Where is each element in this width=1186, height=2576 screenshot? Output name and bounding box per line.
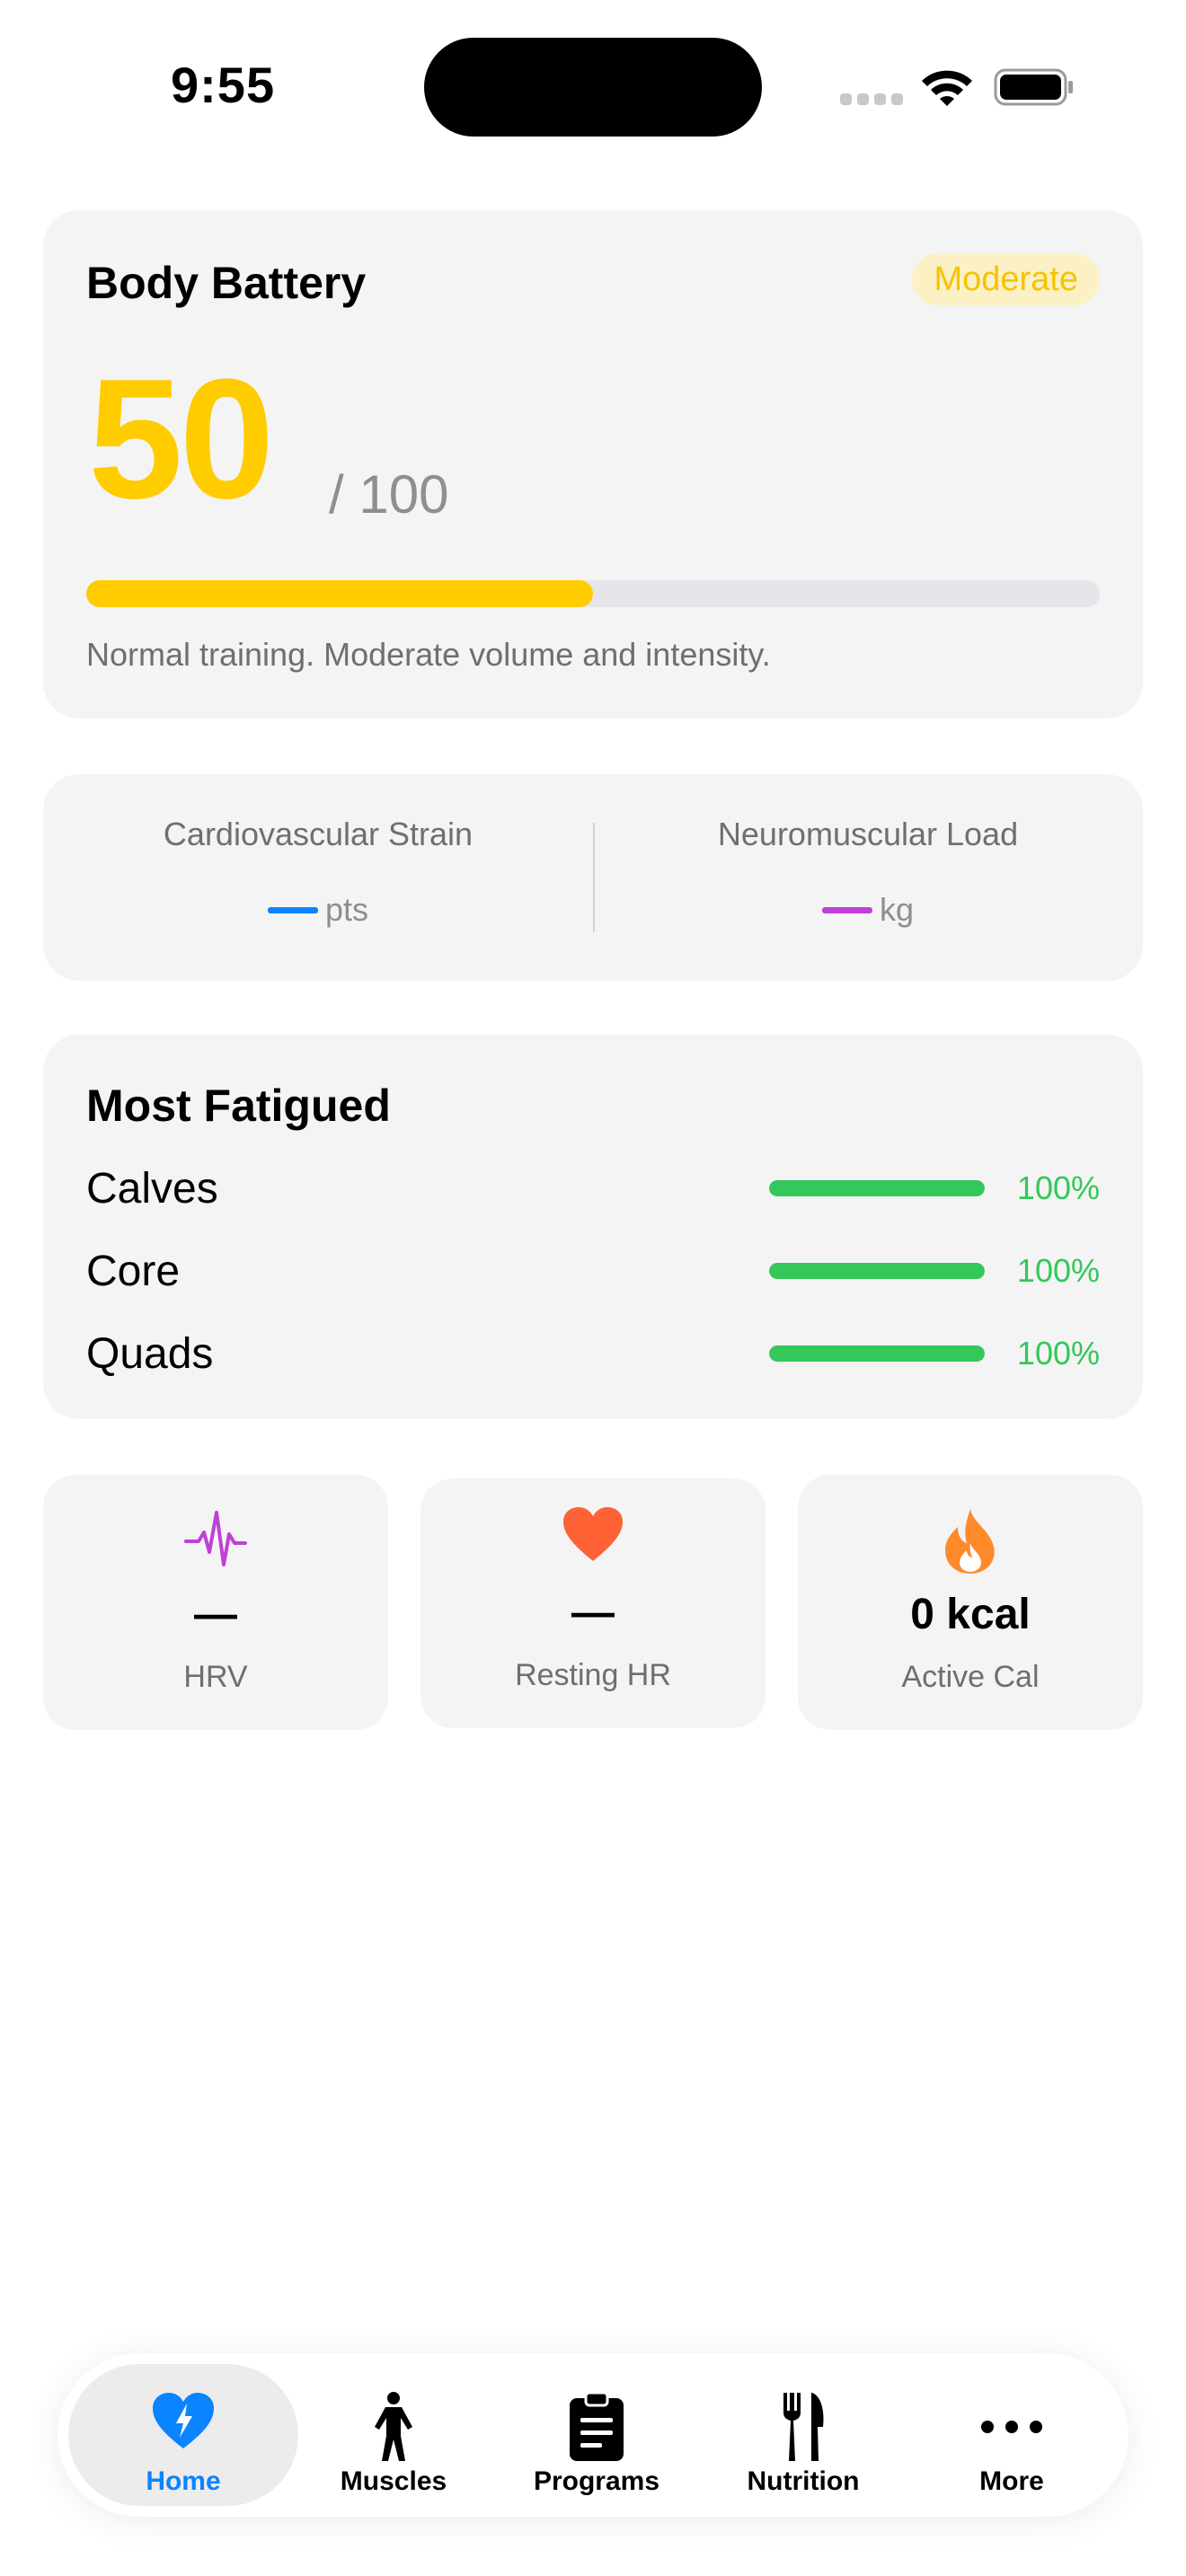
- hrv-label: HRV: [183, 1660, 248, 1694]
- hrv-value: —: [194, 1591, 237, 1638]
- fatigue-bar: [769, 1345, 985, 1362]
- wifi-icon: [922, 70, 972, 106]
- fatigue-percent: 100%: [1016, 1169, 1100, 1206]
- fatigue-percent: 100%: [1016, 1252, 1100, 1289]
- tab-programs-label: Programs: [533, 2466, 660, 2496]
- list-item[interactable]: Calves 100%: [86, 1160, 1100, 1214]
- flame-icon: [798, 1507, 1143, 1579]
- body-battery-max: / 100: [329, 464, 449, 525]
- muscle-name: Calves: [86, 1165, 218, 1213]
- tab-home[interactable]: Home: [68, 2364, 298, 2506]
- fatigue-bar-fill: [769, 1345, 985, 1362]
- resting-hr-value: —: [571, 1589, 615, 1636]
- tab-programs[interactable]: Programs: [482, 2364, 712, 2506]
- cardio-strain: Cardiovascular Strain pts: [43, 774, 593, 981]
- neuromuscular-load-value: kg: [593, 891, 1143, 929]
- body-battery-progress-fill: [86, 580, 593, 607]
- tab-muscles[interactable]: Muscles: [279, 2364, 509, 2506]
- fatigue-bar: [769, 1263, 985, 1279]
- clipboard-icon: [482, 2391, 712, 2463]
- cardio-strain-value: pts: [43, 891, 593, 929]
- cardio-placeholder-dash: [267, 906, 318, 913]
- battery-icon: [994, 68, 1073, 106]
- fatigue-bar: [769, 1180, 985, 1196]
- strain-card[interactable]: Cardiovascular Strain pts Neuromuscular …: [43, 774, 1143, 981]
- muscle-name: Core: [86, 1248, 181, 1295]
- fatigue-bar-fill: [769, 1180, 985, 1196]
- tab-bar: Home Muscles Programs Nutrition More: [58, 2353, 1128, 2517]
- muscle-name: Quads: [86, 1330, 214, 1378]
- tab-nutrition[interactable]: Nutrition: [688, 2364, 918, 2506]
- most-fatigued-title: Most Fatigued: [86, 1081, 391, 1131]
- resting-hr-tile[interactable]: — Resting HR: [420, 1478, 766, 1728]
- active-cal-label: Active Cal: [901, 1660, 1040, 1694]
- neuromuscular-load-unit: kg: [879, 891, 915, 928]
- fork-knife-icon: [688, 2391, 918, 2463]
- neuromuscular-load: Neuromuscular Load kg: [593, 774, 1143, 981]
- body-battery-card[interactable]: Body Battery Moderate 50 / 100 Normal tr…: [43, 210, 1143, 719]
- tab-more[interactable]: More: [897, 2364, 1127, 2506]
- body-battery-progress-bar: [86, 580, 1100, 607]
- body-battery-title: Body Battery: [86, 258, 367, 308]
- dynamic-island: [424, 38, 762, 137]
- list-item[interactable]: Core 100%: [86, 1243, 1100, 1297]
- active-cal-value: 0 kcal: [910, 1591, 1031, 1638]
- tab-muscles-label: Muscles: [340, 2466, 447, 2496]
- status-time: 9:55: [171, 57, 276, 113]
- tab-more-label: More: [979, 2466, 1044, 2496]
- status-badge: Moderate: [912, 253, 1100, 305]
- most-fatigued-card[interactable]: Most Fatigued Calves 100% Core 100% Quad…: [43, 1035, 1143, 1419]
- neuromuscular-load-label: Neuromuscular Load: [717, 816, 1019, 852]
- cardio-strain-label: Cardiovascular Strain: [163, 816, 474, 852]
- fatigue-bar-fill: [769, 1263, 985, 1279]
- hrv-tile[interactable]: — HRV: [43, 1475, 388, 1730]
- figure-icon: [279, 2391, 509, 2463]
- heart-icon: [420, 1505, 766, 1577]
- ellipsis-icon: [897, 2391, 1127, 2463]
- cardio-strain-unit: pts: [324, 891, 369, 928]
- tab-nutrition-label: Nutrition: [747, 2466, 860, 2496]
- body-battery-score: 50: [88, 344, 274, 534]
- neuro-placeholder-dash: [821, 906, 872, 913]
- tab-home-label: Home: [146, 2466, 221, 2496]
- fatigue-percent: 100%: [1016, 1335, 1100, 1372]
- active-cal-tile[interactable]: 0 kcal Active Cal: [798, 1475, 1143, 1730]
- cellular-signal-icon: [840, 93, 903, 106]
- waveform-icon: [43, 1507, 388, 1579]
- heart-bolt-icon: [68, 2391, 298, 2463]
- status-bar: 9:55: [0, 0, 1186, 171]
- resting-hr-label: Resting HR: [515, 1658, 671, 1692]
- body-battery-description: Normal training. Moderate volume and int…: [86, 636, 771, 673]
- list-item[interactable]: Quads 100%: [86, 1326, 1100, 1380]
